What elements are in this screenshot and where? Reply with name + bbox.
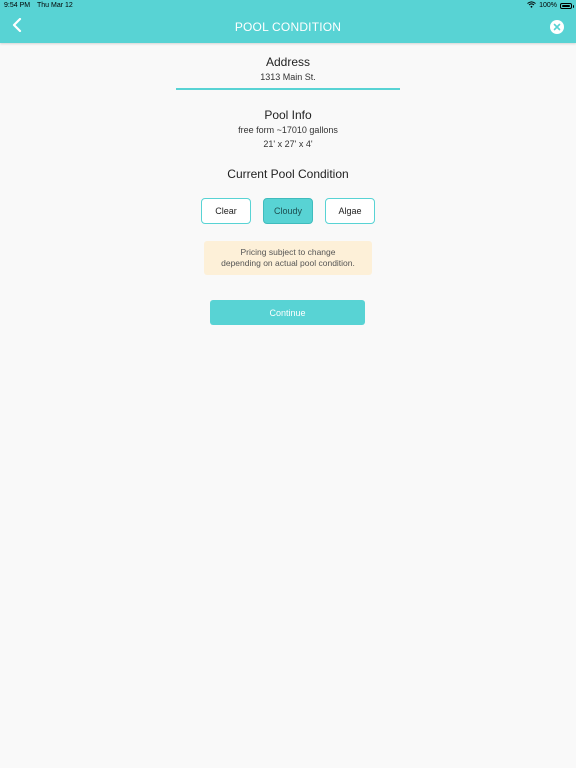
pool-info-heading: Pool Info: [264, 108, 312, 122]
pricing-notice-line2: depending on actual pool condition.: [221, 258, 355, 268]
status-date: Thu Mar 12: [37, 2, 73, 9]
close-button[interactable]: [550, 20, 564, 34]
wifi-icon: [527, 1, 536, 10]
battery-icon: [560, 2, 574, 9]
condition-heading: Current Pool Condition: [227, 167, 349, 181]
condition-option-algae[interactable]: Algae: [325, 198, 375, 224]
pricing-notice: Pricing subject to change depending on a…: [204, 241, 372, 275]
pool-info-dimensions: 21' x 27' x 4': [263, 139, 313, 149]
condition-option-clear[interactable]: Clear: [201, 198, 251, 224]
pool-info-volume: free form ~17010 gallons: [238, 125, 338, 135]
nav-bar: 9:54 PM Thu Mar 12 100% POOL CONDITION: [0, 0, 576, 43]
status-time: 9:54 PM: [4, 2, 31, 9]
continue-button[interactable]: Continue: [210, 300, 365, 325]
address-underline: [176, 88, 400, 90]
pricing-notice-line1: Pricing subject to change: [240, 247, 336, 257]
page-title: POOL CONDITION: [234, 20, 342, 34]
status-indicators: 100%: [527, 1, 574, 10]
address-value: 1313 Main St.: [260, 72, 316, 82]
battery-percent: 100%: [539, 2, 557, 9]
status-bar: 9:54 PM Thu Mar 12 100%: [0, 0, 576, 12]
condition-option-cloudy[interactable]: Cloudy: [263, 198, 313, 224]
address-heading: Address: [265, 55, 311, 69]
battery-level: [562, 4, 570, 7]
close-icon: [553, 18, 561, 36]
